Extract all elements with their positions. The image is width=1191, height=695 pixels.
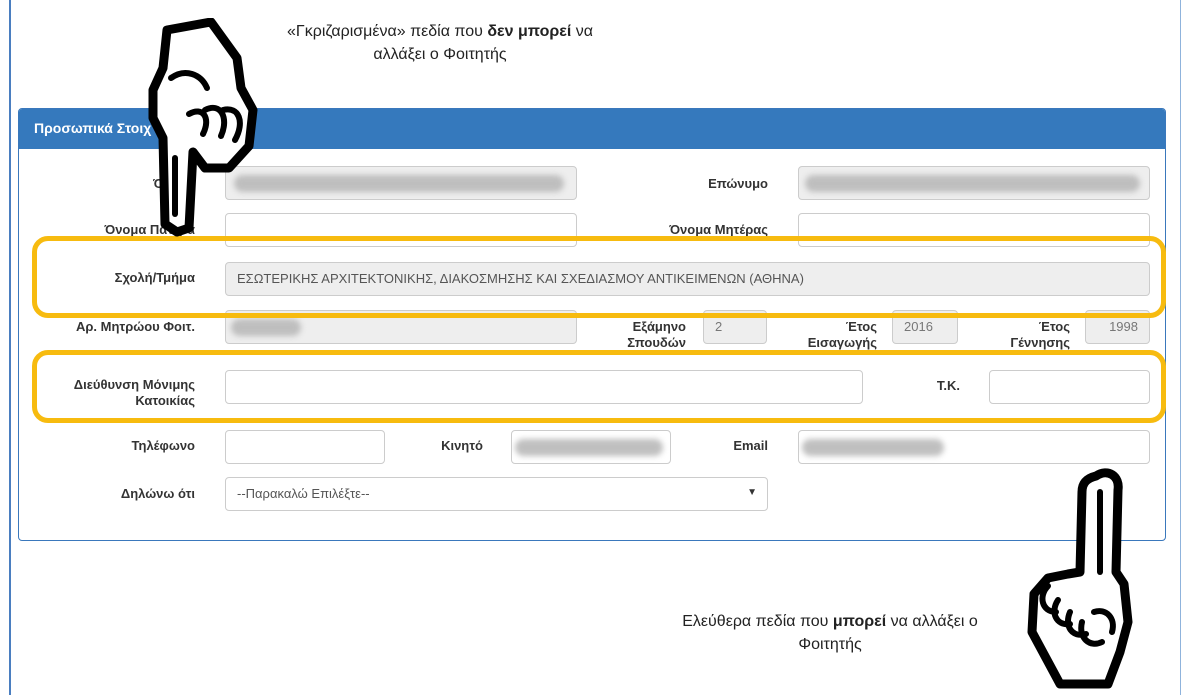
phone-input[interactable] [225,430,385,464]
top-caption-text-2: να [571,23,593,40]
registration-number-label: Αρ. Μητρώου Φοιτ. [75,319,195,334]
semester-label: Εξάμηνο Σπουδών [596,319,686,351]
blurred-value [515,439,663,456]
pointing-up-hand-icon [1027,468,1133,689]
email-input[interactable] [798,430,1150,464]
bottom-caption-line-2: Φοιτητής [798,636,862,653]
entry-year-label: Έτος Εισαγωγής [782,319,877,351]
semester-label-line-1: Εξάμηνο [632,319,686,334]
entry-year-label-line-1: Έτος [845,319,877,334]
top-caption: «Γκριζαρισμένα» πεδία που δεν μπορεί να … [235,20,645,66]
bottom-caption-text-1: Ελεύθερα πεδία που [682,613,833,630]
highlight-address-row [32,350,1166,423]
top-caption-text-1: «Γκριζαρισμένα» πεδία που [287,23,488,40]
declare-label: Δηλώνω ότι [120,486,195,501]
dropdown-arrow-icon: ▼ [747,487,757,498]
panel-title: Προσωπικά Στοιχ [34,120,152,136]
birth-year-label-line-2: Γέννησης [1010,335,1070,350]
mobile-input[interactable] [511,430,671,464]
bottom-caption-text-2: να αλλάξει ο [886,613,978,630]
frame-border-right [1180,0,1181,695]
frame-border-left [9,0,11,695]
mobile-label: Κινητό [441,438,483,453]
blurred-value [802,439,944,456]
blurred-value [234,175,564,192]
bottom-caption-bold: μπορεί [832,613,887,630]
surname-label: Επώνυμο [708,176,768,191]
blurred-value [805,175,1140,192]
pointing-down-hand-icon [148,18,258,237]
bottom-caption: Ελεύθερα πεδία που μπορεί να αλλάξει ο Φ… [640,610,1020,656]
top-caption-bold: δεν μπορεί [487,23,572,40]
entry-year-label-line-2: Εισαγωγής [807,335,877,350]
semester-label-line-2: Σπουδών [627,335,686,350]
declare-select[interactable]: --Παρακαλώ Επιλέξτε-- ▼ [225,477,768,511]
first-name-field [225,166,577,200]
blurred-value [231,319,301,336]
top-caption-line-2: αλλάξει ο Φοιτητής [373,46,507,63]
declare-select-value: --Παρακαλώ Επιλέξτε-- [237,486,370,501]
birth-year-label-line-1: Έτος [1038,319,1070,334]
surname-field [798,166,1150,200]
phone-label: Τηλέφωνο [131,438,195,453]
birth-year-label: Έτος Γέννησης [975,319,1070,351]
highlight-school-row [32,236,1166,318]
email-label: Email [733,438,768,453]
